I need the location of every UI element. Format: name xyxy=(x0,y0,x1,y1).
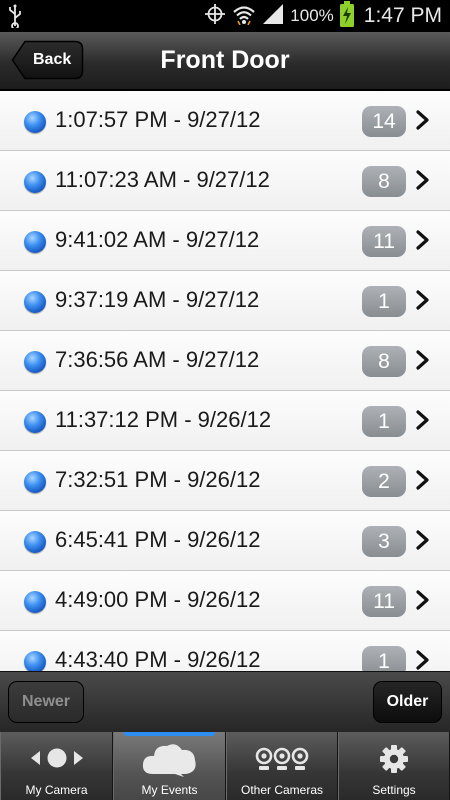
status-dot-icon xyxy=(24,651,46,671)
list-item[interactable]: 6:45:41 PM - 9/26/12 3 xyxy=(0,511,450,571)
list-item[interactable]: 11:37:12 PM - 9/26/12 1 xyxy=(0,391,450,451)
event-list[interactable]: 1:07:57 PM - 9/27/12 14 11:07:23 AM - 9/… xyxy=(0,91,450,671)
list-item[interactable]: 7:32:51 PM - 9/26/12 2 xyxy=(0,451,450,511)
event-time: 7:32:51 PM - 9/26/12 xyxy=(55,467,261,492)
event-time: 11:07:23 AM - 9/27/12 xyxy=(55,167,270,192)
battery-charging-icon xyxy=(339,0,354,32)
event-time: 6:45:41 PM - 9/26/12 xyxy=(55,527,261,552)
list-item[interactable]: 11:07:23 AM - 9/27/12 8 xyxy=(0,151,450,211)
status-dot-icon xyxy=(24,171,46,193)
list-item[interactable]: 1:07:57 PM - 9/27/12 14 xyxy=(0,91,450,151)
older-button[interactable]: Older xyxy=(373,681,442,723)
status-time: 1:47 PM xyxy=(363,4,442,27)
title-bar: Back Front Door xyxy=(0,32,450,90)
tab-other-cameras[interactable]: Other Cameras xyxy=(226,732,338,800)
status-dot-icon xyxy=(24,351,46,373)
event-time: 7:36:56 AM - 9/27/12 xyxy=(55,347,260,372)
paging-bar: Newer Older xyxy=(0,671,450,732)
status-dot-icon xyxy=(24,111,46,133)
tab-my-camera[interactable]: My Camera xyxy=(0,732,113,800)
tab-label: Other Cameras xyxy=(240,783,324,797)
event-time: 9:41:02 AM - 9/27/12 xyxy=(55,227,260,252)
count-badge: 3 xyxy=(362,526,406,557)
event-time: 11:37:12 PM - 9/26/12 xyxy=(55,407,272,432)
chevron-right-icon xyxy=(416,410,429,430)
camera-nav-icon xyxy=(1,746,112,770)
count-badge: 14 xyxy=(362,106,406,137)
count-badge: 1 xyxy=(362,286,406,317)
chevron-right-icon xyxy=(416,230,429,250)
wifi-icon xyxy=(232,3,256,30)
chevron-right-icon xyxy=(416,290,429,310)
list-item[interactable]: 7:36:56 AM - 9/27/12 8 xyxy=(0,331,450,391)
status-dot-icon xyxy=(24,411,46,433)
chevron-right-icon xyxy=(416,470,429,490)
page-title: Front Door xyxy=(160,46,290,74)
count-badge: 11 xyxy=(362,586,406,617)
usb-icon xyxy=(8,4,22,33)
chevron-right-icon xyxy=(416,650,429,670)
event-time: 4:43:40 PM - 9/26/12 xyxy=(55,647,261,671)
status-dot-icon xyxy=(24,291,46,313)
tab-settings[interactable]: Settings xyxy=(338,732,450,800)
count-badge: 1 xyxy=(362,646,406,671)
list-item[interactable]: 9:37:19 AM - 9/27/12 1 xyxy=(0,271,450,331)
event-time: 4:49:00 PM - 9/26/12 xyxy=(55,587,261,612)
list-item[interactable]: 9:41:02 AM - 9/27/12 11 xyxy=(0,211,450,271)
status-dot-icon xyxy=(24,591,46,613)
chevron-right-icon xyxy=(416,110,429,130)
status-dot-icon xyxy=(24,471,46,493)
gps-icon xyxy=(204,3,226,30)
count-badge: 8 xyxy=(362,346,406,377)
status-dot-icon xyxy=(24,531,46,553)
count-badge: 11 xyxy=(362,226,406,257)
event-time: 1:07:57 PM - 9/27/12 xyxy=(55,107,261,132)
chevron-right-icon xyxy=(416,350,429,370)
chevron-right-icon xyxy=(416,590,429,610)
count-badge: 1 xyxy=(362,406,406,437)
tab-label: My Events xyxy=(141,783,198,797)
status-bar: 100% 1:47 PM xyxy=(0,0,450,32)
newer-button[interactable]: Newer xyxy=(8,681,84,723)
list-item[interactable]: 4:43:40 PM - 9/26/12 1 xyxy=(0,631,450,671)
battery-percent: 100% xyxy=(290,6,334,25)
count-badge: 2 xyxy=(362,466,406,497)
signal-icon xyxy=(262,3,284,30)
chevron-right-icon xyxy=(416,530,429,550)
count-badge: 8 xyxy=(362,166,406,197)
tab-label: My Camera xyxy=(25,783,88,797)
tab-label: Settings xyxy=(372,783,416,797)
list-item[interactable]: 4:49:00 PM - 9/26/12 11 xyxy=(0,571,450,631)
gear-icon xyxy=(339,744,449,774)
chevron-right-icon xyxy=(416,170,429,190)
active-tab-indicator xyxy=(124,732,215,736)
event-time: 9:37:19 AM - 9/27/12 xyxy=(55,287,260,312)
tab-bar: My Camera My Events Other Cameras Settin… xyxy=(0,732,450,800)
status-dot-icon xyxy=(24,231,46,253)
tab-my-events[interactable]: My Events xyxy=(113,732,226,800)
cloud-icon xyxy=(114,741,225,777)
cameras-group-icon xyxy=(227,745,337,773)
